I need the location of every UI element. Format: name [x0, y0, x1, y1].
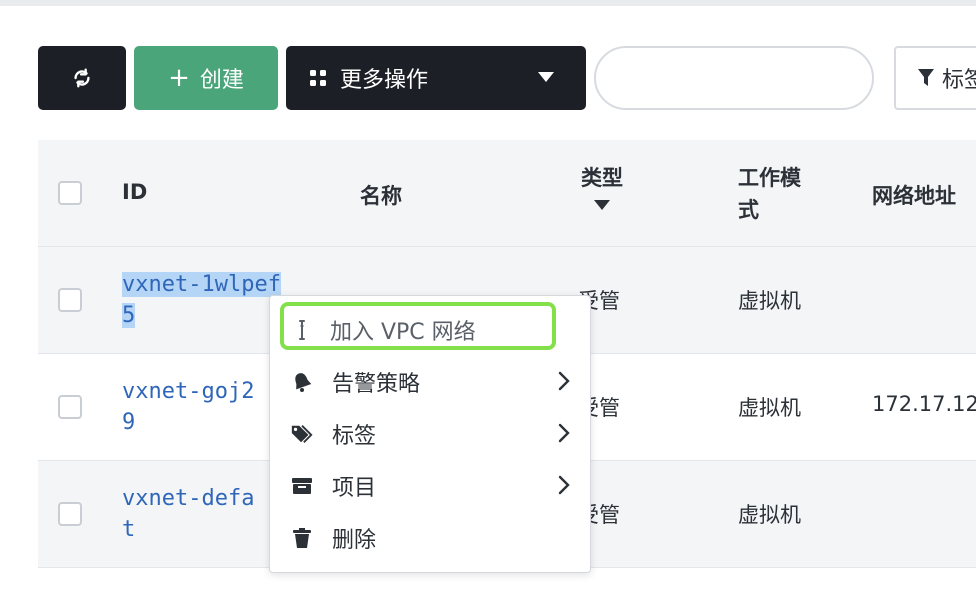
- plug-icon: [299, 320, 305, 340]
- row-checkbox[interactable]: [58, 288, 82, 312]
- column-header-id[interactable]: ID: [122, 180, 147, 204]
- create-button[interactable]: + 创建: [134, 46, 278, 110]
- row-checkbox[interactable]: [58, 395, 82, 419]
- column-header-type[interactable]: 类型: [578, 162, 626, 210]
- menu-item-label: 告警策略: [332, 372, 421, 397]
- menu-item-label: 删除: [332, 528, 377, 553]
- menu-item-alarm-policy[interactable]: 告警策略: [270, 356, 590, 408]
- plus-icon: +: [168, 63, 190, 93]
- address-cell: 172.17.124: [872, 392, 976, 416]
- toolbar: + 创建 更多操作 标签: [0, 0, 976, 120]
- table-header: ID 名称 类型 工作模式 网络地址: [38, 140, 976, 247]
- refresh-icon: [74, 68, 90, 88]
- column-header-mode[interactable]: 工作模式: [738, 162, 818, 226]
- more-actions-dropdown[interactable]: 更多操作: [286, 46, 586, 110]
- filter-icon: [918, 69, 934, 86]
- mode-cell: 虚拟机: [738, 396, 801, 420]
- sort-desc-icon[interactable]: [594, 200, 610, 210]
- menu-item-label: 项目: [332, 476, 377, 501]
- column-header-type-label: 类型: [581, 166, 623, 190]
- grid-icon: [310, 70, 326, 86]
- menu-item-label: 标签: [332, 424, 377, 449]
- row-context-menu: 加入 VPC 网络 告警策略 标签 项目 删除: [269, 295, 591, 573]
- trash-icon: [293, 528, 311, 548]
- menu-item-join-vpc[interactable]: 加入 VPC 网络: [270, 304, 590, 356]
- search-input[interactable]: [594, 46, 874, 110]
- create-button-label: 创建: [199, 68, 244, 93]
- tag-filter-button[interactable]: 标签: [894, 46, 976, 110]
- menu-item-project[interactable]: 项目: [270, 460, 590, 512]
- tag-filter-label: 标签: [942, 68, 976, 93]
- refresh-button[interactable]: [38, 46, 126, 110]
- more-actions-label: 更多操作: [340, 68, 429, 93]
- archive-box-icon: [292, 478, 312, 494]
- bell-icon: [295, 373, 312, 392]
- mode-cell: 虚拟机: [738, 289, 801, 313]
- select-all-checkbox[interactable]: [58, 181, 82, 205]
- column-header-name[interactable]: 名称: [360, 180, 402, 210]
- menu-item-delete[interactable]: 删除: [270, 512, 590, 564]
- caret-down-icon: [538, 72, 554, 82]
- menu-item-tags[interactable]: 标签: [270, 408, 590, 460]
- chevron-right-icon: [558, 371, 570, 391]
- tag-icon: [291, 425, 313, 443]
- chevron-right-icon: [558, 423, 570, 443]
- chevron-right-icon: [558, 475, 570, 495]
- mode-cell: 虚拟机: [738, 503, 801, 527]
- row-checkbox[interactable]: [58, 502, 82, 526]
- column-header-address[interactable]: 网络地址: [872, 180, 956, 210]
- menu-item-label: 加入 VPC 网络: [330, 320, 476, 345]
